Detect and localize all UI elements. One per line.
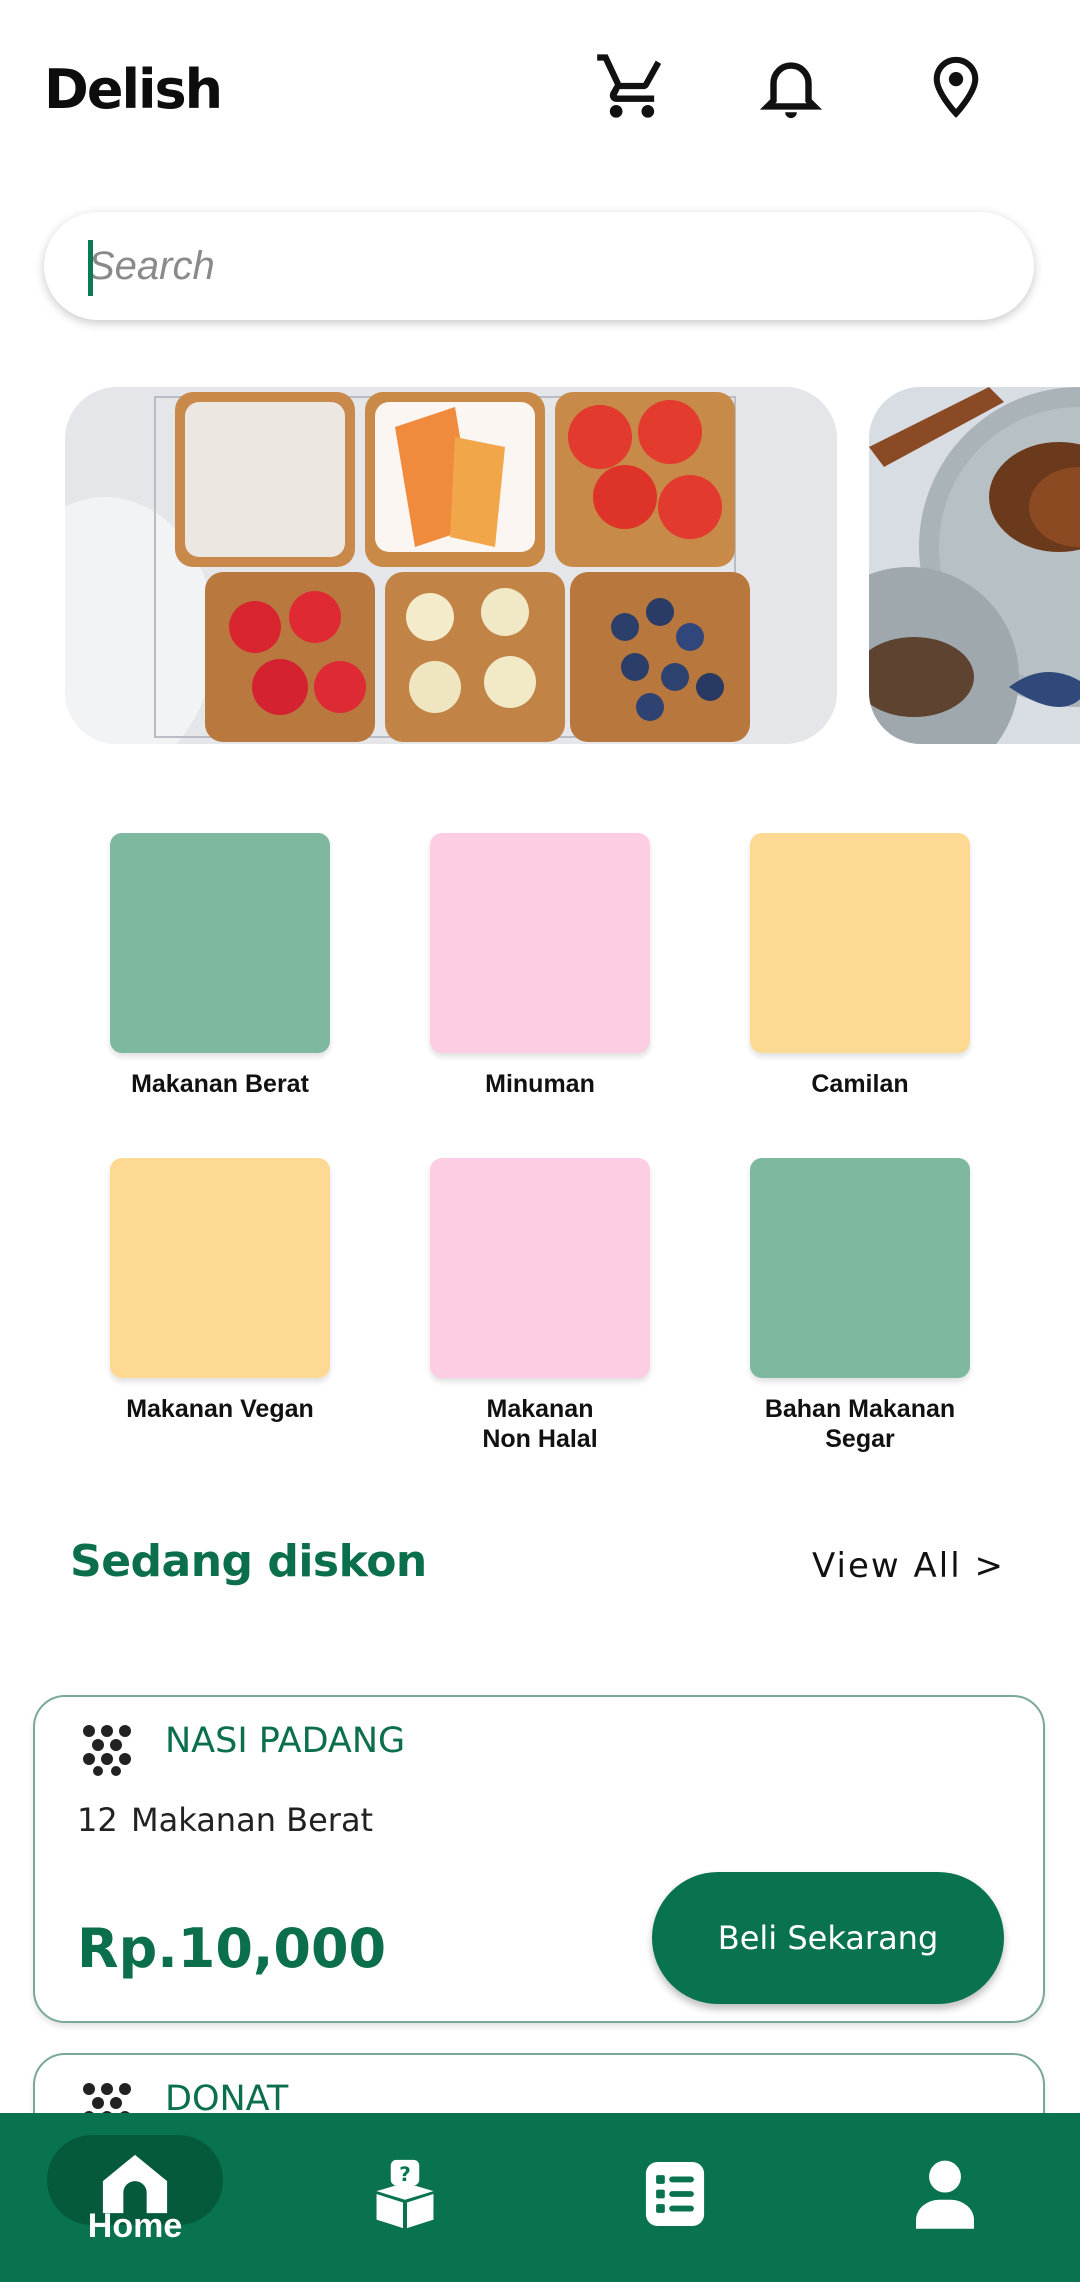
category-tile[interactable] [110, 1158, 330, 1378]
bell-icon[interactable] [749, 44, 833, 128]
brand-logo: Delish [44, 58, 223, 121]
category-camilan[interactable]: Camilan [740, 833, 980, 1099]
category-label: Bahan Makanan Segar [764, 1395, 956, 1453]
steak-plate-banner[interactable] [869, 387, 1080, 744]
product-quantity: 12 [77, 1801, 118, 1839]
category-label: Makanan Non Halal [482, 1395, 598, 1453]
category-tile[interactable] [430, 1158, 650, 1378]
category-tile[interactable] [110, 833, 330, 1053]
help-box-icon[interactable]: ? [360, 2149, 450, 2239]
profile-icon[interactable] [900, 2149, 990, 2239]
product-logo-icon [79, 1721, 135, 1777]
category-minuman[interactable]: Minuman [420, 833, 660, 1099]
category-label: Minuman [485, 1070, 595, 1098]
category-label: Makanan Berat [131, 1070, 309, 1098]
category-tile[interactable] [430, 833, 650, 1053]
search-bar[interactable] [44, 212, 1034, 320]
category-label: Makanan Vegan [126, 1395, 314, 1423]
text-cursor [88, 240, 93, 296]
category-tile[interactable] [750, 833, 970, 1053]
category-bahan-makanan-segar[interactable]: Bahan Makanan Segar [740, 1158, 980, 1454]
toast-platter-banner[interactable] [65, 387, 837, 744]
cart-icon[interactable] [590, 44, 674, 128]
buy-now-button[interactable]: Beli Sekarang [652, 1872, 1004, 2004]
view-all-link[interactable]: View All > [812, 1546, 1005, 1586]
bottom-navigation: Home ? [0, 2113, 1080, 2282]
product-category: Makanan Berat [131, 1801, 374, 1839]
category-makanan-berat[interactable]: Makanan Berat [100, 833, 340, 1099]
list-icon[interactable] [630, 2149, 720, 2239]
category-makanan-vegan[interactable]: Makanan Vegan [100, 1158, 340, 1424]
category-label: Camilan [811, 1070, 909, 1098]
search-input[interactable] [88, 236, 968, 296]
product-name: NASI PADANG [165, 1721, 406, 1761]
category-tile[interactable] [750, 1158, 970, 1378]
product-price: Rp.10,000 [77, 1917, 387, 1980]
category-makanan-non-halal[interactable]: Makanan Non Halal [420, 1158, 660, 1454]
product-card[interactable]: NASI PADANG 12 Makanan Berat Rp.10,000 B… [33, 1695, 1045, 2023]
section-title: Sedang diskon [70, 1536, 427, 1587]
app-header: Delish [0, 0, 1080, 180]
nav-home-label: Home [87, 2207, 183, 2245]
location-pin-icon[interactable] [914, 44, 998, 128]
